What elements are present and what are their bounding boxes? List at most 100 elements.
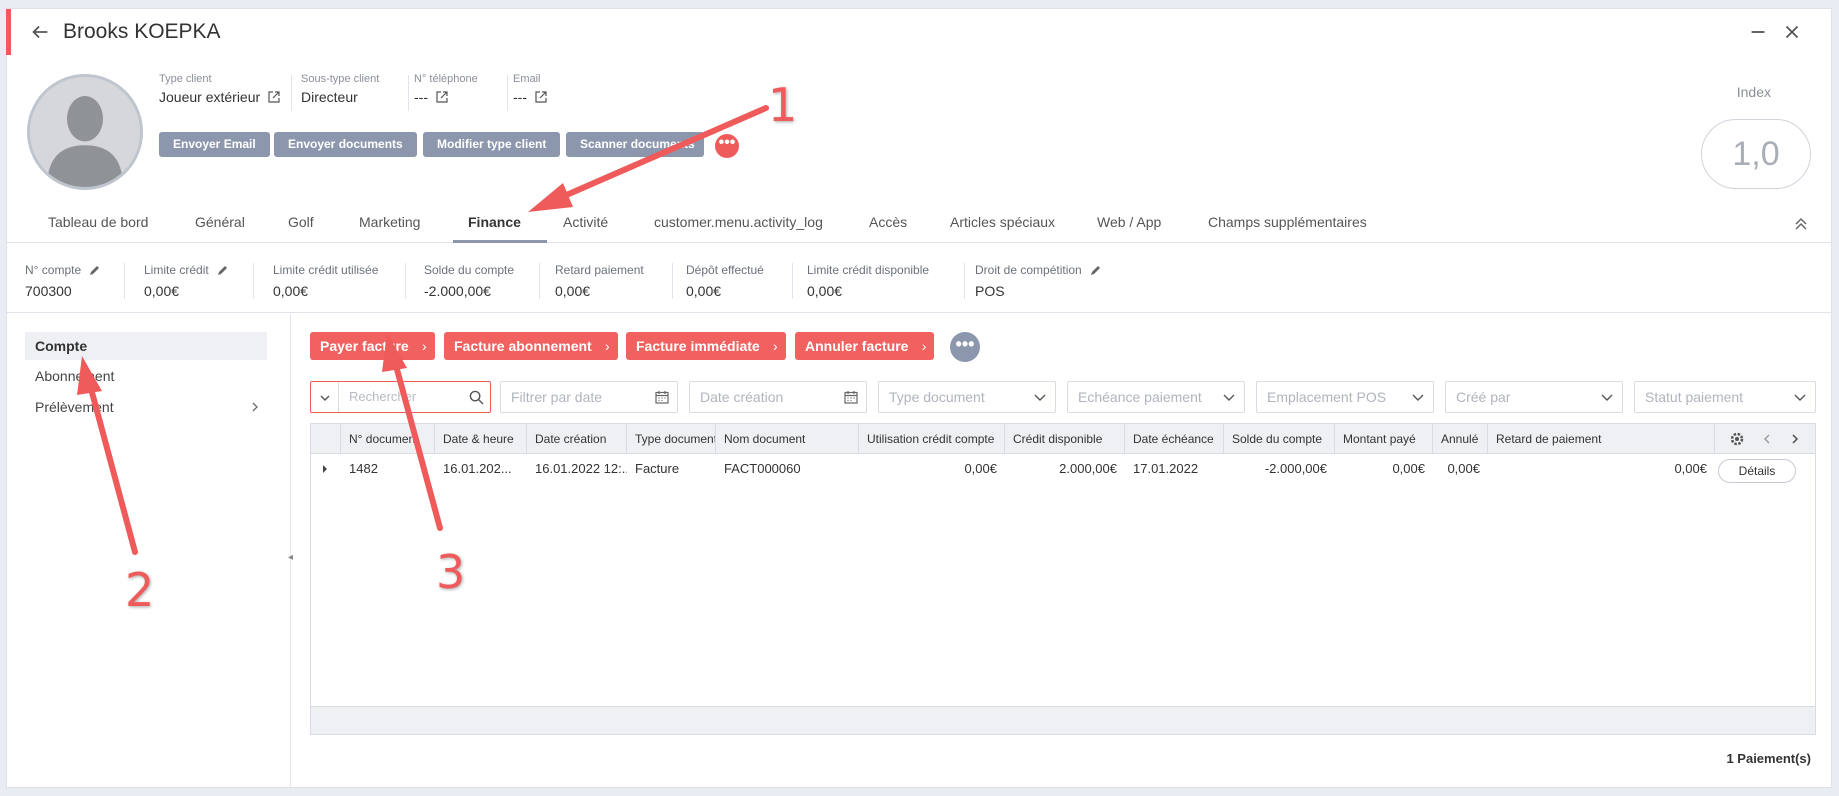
- table-row[interactable]: 1482 16.01.202... 16.01.2022 12:... Fact…: [311, 454, 1815, 484]
- tab-finance[interactable]: Finance: [468, 214, 521, 230]
- finance-value: 0,00€: [807, 283, 843, 299]
- annotation-number-2: 2: [125, 563, 155, 617]
- column-header[interactable]: Annulé: [1433, 424, 1488, 454]
- chevron-down-icon: [1601, 394, 1613, 401]
- cell-document-type: Facture: [635, 461, 680, 476]
- finance-label: Limite crédit: [144, 263, 209, 277]
- finance-divider: [539, 263, 540, 299]
- tab-general[interactable]: Général: [195, 214, 245, 230]
- scan-documents-button[interactable]: Scanner documents: [566, 132, 704, 157]
- pencil-icon[interactable]: [89, 264, 101, 276]
- external-link-icon[interactable]: [535, 91, 547, 103]
- tab-tableau-de-bord[interactable]: Tableau de bord: [48, 214, 148, 230]
- finance-label: N° compte: [25, 263, 82, 277]
- payment-due-select[interactable]: Echéance paiement: [1067, 381, 1245, 413]
- created-by-select[interactable]: Créé par: [1445, 381, 1623, 413]
- pencil-icon[interactable]: [1090, 264, 1102, 276]
- payments-count: 1 Paiement(s): [1726, 751, 1811, 766]
- title-bar: Brooks KOEPKA: [7, 9, 1831, 55]
- finance-divider: [124, 263, 125, 299]
- tab-marketing[interactable]: Marketing: [359, 214, 420, 230]
- more-invoice-actions-button[interactable]: •••: [950, 332, 980, 362]
- column-header[interactable]: Date création: [527, 424, 627, 454]
- finance-label: Limite crédit disponible: [807, 263, 930, 277]
- details-button[interactable]: Détails: [1718, 459, 1796, 483]
- finance-credit-limit: Limite crédit 0,00€: [144, 263, 229, 299]
- payment-status-select[interactable]: Statut paiement: [1634, 381, 1816, 413]
- chevron-right-icon: ›: [921, 338, 927, 354]
- send-documents-button[interactable]: Envoyer documents: [274, 132, 417, 157]
- cancel-invoice-button[interactable]: Annuler facture ›: [795, 332, 935, 360]
- cell-date-time: 16.01.202...: [443, 461, 512, 476]
- more-actions-button[interactable]: •••: [715, 134, 739, 158]
- immediate-invoice-button[interactable]: Facture immédiate ›: [626, 332, 786, 360]
- type-client-group: Type client Joueur extérieur: [159, 73, 280, 105]
- cell-document-name: FACT000060: [724, 461, 801, 476]
- search-mode-dropdown[interactable]: [311, 382, 339, 412]
- index-label: Index: [1736, 84, 1771, 100]
- chevron-right-icon[interactable]: [1789, 433, 1801, 445]
- tab-web-app[interactable]: Web / App: [1097, 214, 1161, 230]
- finance-label: Dépôt effectué: [686, 263, 764, 277]
- column-header[interactable]: Crédit disponible: [1005, 424, 1125, 454]
- finance-account-number: N° compte 700300: [25, 263, 101, 299]
- tab-activity-log[interactable]: customer.menu.activity_log: [654, 214, 823, 230]
- column-header[interactable]: Retard de paiement: [1488, 424, 1715, 454]
- minus-icon[interactable]: [1747, 21, 1769, 43]
- pay-invoice-button[interactable]: Payer facture ›: [310, 332, 435, 360]
- column-header[interactable]: Date échéance: [1125, 424, 1224, 454]
- chevron-down-icon: [1034, 394, 1046, 401]
- calendar-icon: [655, 391, 669, 404]
- column-header[interactable]: Nom document: [716, 424, 859, 454]
- chevron-right-icon: ›: [773, 338, 778, 354]
- finance-value: 0,00€: [686, 283, 722, 299]
- tab-champs-supplementaires[interactable]: Champs supplémentaires: [1208, 214, 1367, 230]
- column-header[interactable]: Utilisation crédit compte: [859, 424, 1005, 454]
- email-label: Email: [513, 73, 541, 85]
- column-header[interactable]: Date & heure: [435, 424, 527, 454]
- pencil-icon[interactable]: [217, 264, 229, 276]
- finance-credit-available: Limite crédit disponible 0,00€: [807, 263, 929, 299]
- payments-table: N° document Date & heure Date création T…: [310, 423, 1816, 735]
- arrow-left-icon[interactable]: [29, 21, 51, 43]
- sidebar-collapse-handle[interactable]: ◂: [288, 552, 293, 563]
- column-header[interactable]: Type document: [627, 424, 716, 454]
- external-link-icon[interactable]: [268, 91, 280, 103]
- date-filter[interactable]: Filtrer par date: [500, 381, 678, 413]
- column-header[interactable]: Solde du compte: [1224, 424, 1335, 454]
- close-icon[interactable]: [1781, 21, 1803, 43]
- cell-cancelled: 0,00€: [1447, 461, 1480, 476]
- finance-value: POS: [975, 283, 1005, 299]
- creation-date-filter[interactable]: Date création: [689, 381, 867, 413]
- document-type-select[interactable]: Type document: [878, 381, 1056, 413]
- telephone-group: N° téléphone ---: [414, 73, 478, 105]
- tab-acces[interactable]: Accès: [869, 214, 907, 230]
- finance-label: Droit de compétition: [975, 263, 1082, 277]
- pos-location-select[interactable]: Emplacement POS: [1256, 381, 1434, 413]
- finance-divider: [792, 263, 793, 299]
- subscription-invoice-button[interactable]: Facture abonnement ›: [444, 332, 618, 360]
- column-header[interactable]: N° document: [341, 424, 435, 454]
- sidebar-item-compte[interactable]: Compte: [25, 332, 267, 360]
- finance-label: Retard paiement: [555, 263, 644, 277]
- chevron-left-icon[interactable]: [1761, 433, 1773, 445]
- finance-competition-right: Droit de compétition POS: [975, 263, 1102, 299]
- sidebar-item-label: Compte: [35, 338, 88, 354]
- expand-row-icon[interactable]: [321, 464, 329, 474]
- finance-summary: N° compte 700300 Limite crédit 0,00€ Lim…: [7, 243, 1831, 313]
- tab-golf[interactable]: Golf: [288, 214, 314, 230]
- tab-activite[interactable]: Activité: [563, 214, 608, 230]
- sort-icon[interactable]: [1496, 433, 1506, 445]
- external-link-icon[interactable]: [436, 91, 448, 103]
- payment-due-placeholder: Echéance paiement: [1078, 389, 1202, 405]
- gear-icon[interactable]: [1729, 431, 1745, 447]
- chevron-double-up-icon[interactable]: [1793, 216, 1809, 232]
- modify-client-type-button[interactable]: Modifier type client: [423, 132, 561, 157]
- subscription-invoice-label: Facture abonnement: [454, 338, 592, 354]
- send-email-button[interactable]: Envoyer Email: [159, 132, 270, 157]
- search-input[interactable]: [347, 388, 457, 405]
- column-header[interactable]: Montant payé: [1335, 424, 1433, 454]
- cell-document-number: 1482: [349, 461, 378, 476]
- tab-articles-speciaux[interactable]: Articles spéciaux: [950, 214, 1055, 230]
- search-icon[interactable]: [469, 390, 484, 405]
